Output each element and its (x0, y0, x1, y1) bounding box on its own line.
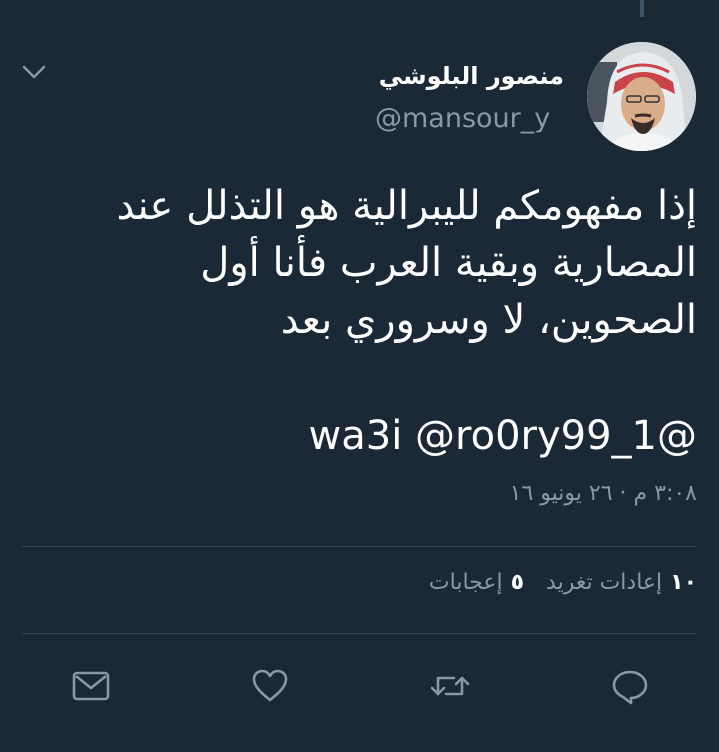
tweet-mentions[interactable]: @1_wa3i @ro0ry99 (309, 413, 697, 459)
reply-button[interactable] (608, 664, 652, 708)
tweet-text-line: المصارية وبقية العرب فأنا أول (200, 240, 697, 286)
likes-count: ٥ (510, 570, 525, 595)
reply-icon (608, 664, 652, 708)
tweet-timestamp: ٣:٠٨ م · ٢٦ يونيو ١٦ (509, 481, 697, 506)
tweet-detail-view: منصور البلوشي @mansour_y إذا مفهومكم للي… (0, 0, 719, 752)
likes-label: إعجابات (428, 570, 503, 595)
like-button[interactable] (248, 664, 292, 708)
divider (22, 633, 697, 634)
avatar[interactable] (587, 42, 696, 151)
divider (22, 546, 697, 547)
direct-message-button[interactable] (69, 664, 113, 708)
author-display-name[interactable]: منصور البلوشي (379, 62, 564, 90)
retweets-label: إعادات تغريد (546, 570, 663, 595)
tweet-stats: ١٠ إعادات تغريد ٥ إعجابات (429, 570, 697, 595)
thread-connector-line (640, 0, 644, 17)
tweet-text: إذا مفهومكم لليبرالية هو التذلل عند المص… (97, 178, 697, 349)
tweet-text-line: الصحوين، لا وسروري بعد (280, 297, 697, 343)
retweets-stat[interactable]: ١٠ إعادات تغريد (546, 570, 697, 595)
heart-icon (248, 664, 292, 708)
author-handle[interactable]: @mansour_y (375, 103, 550, 134)
retweet-icon (428, 664, 472, 708)
tweet-text-line: إذا مفهومكم لليبرالية هو التذلل عند (116, 183, 697, 229)
likes-stat[interactable]: ٥ إعجابات (429, 570, 524, 595)
retweet-button[interactable] (428, 664, 472, 708)
chevron-down-icon[interactable] (18, 58, 50, 86)
retweets-count: ١٠ (670, 570, 697, 595)
envelope-icon (69, 664, 113, 708)
